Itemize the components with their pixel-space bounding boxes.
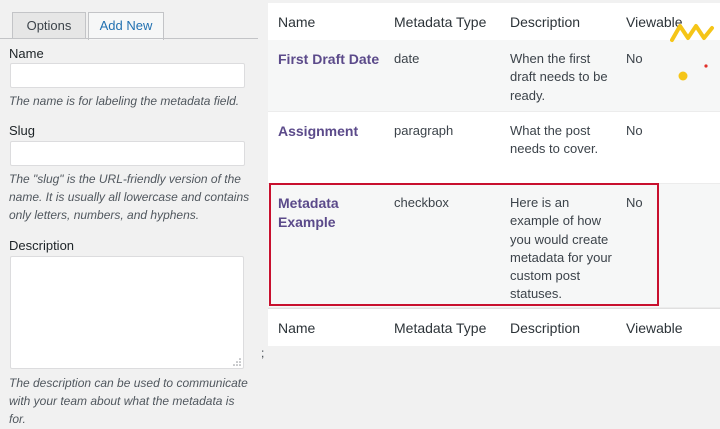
column-footer-name[interactable]: Name xyxy=(278,320,315,336)
name-label: Name xyxy=(9,46,44,61)
tab-options[interactable]: Options xyxy=(12,12,86,39)
name-help-text: The name is for labeling the metadata fi… xyxy=(9,94,240,108)
table-row: Assignment paragraph What the post needs… xyxy=(268,112,720,184)
slug-input[interactable] xyxy=(10,141,245,166)
column-footer-description[interactable]: Description xyxy=(510,320,580,336)
decorative-zigzag-icon xyxy=(670,24,714,81)
tab-divider xyxy=(0,38,258,39)
row-description: When the first draft needs to be ready. xyxy=(510,51,608,103)
description-textarea[interactable] xyxy=(10,256,244,369)
tab-add-new[interactable]: Add New xyxy=(88,12,164,40)
row-name-link[interactable]: Assignment xyxy=(278,122,388,141)
row-type: date xyxy=(394,51,420,66)
slug-label: Slug xyxy=(9,123,36,138)
row-viewable: No xyxy=(626,123,643,138)
row-type: paragraph xyxy=(394,123,454,138)
table-row: First Draft Date date When the first dra… xyxy=(268,40,720,112)
description-help-text: The description can be used to communica… xyxy=(9,376,248,426)
row-description: What the post needs to cover. xyxy=(510,123,599,157)
highlight-box xyxy=(269,183,659,306)
table-header: Name Metadata Type Description Viewable xyxy=(268,3,720,41)
table-footer: Name Metadata Type Description Viewable xyxy=(268,308,720,346)
stray-semicolon: ; xyxy=(261,346,265,360)
description-label: Description xyxy=(9,238,75,253)
column-header-name[interactable]: Name xyxy=(278,14,315,30)
add-metadata-panel: Options Add New Name The name is for lab… xyxy=(0,0,258,429)
column-footer-viewable[interactable]: Viewable xyxy=(626,320,683,336)
name-input[interactable] xyxy=(10,63,245,88)
column-header-metadata-type[interactable]: Metadata Type xyxy=(394,14,486,30)
row-name-link[interactable]: First Draft Date xyxy=(278,50,388,69)
slug-help-text: The "slug" is the URL-friendly version o… xyxy=(9,172,250,222)
resize-grip-icon[interactable] xyxy=(233,358,241,366)
column-footer-metadata-type[interactable]: Metadata Type xyxy=(394,320,486,336)
column-header-description[interactable]: Description xyxy=(510,14,580,30)
